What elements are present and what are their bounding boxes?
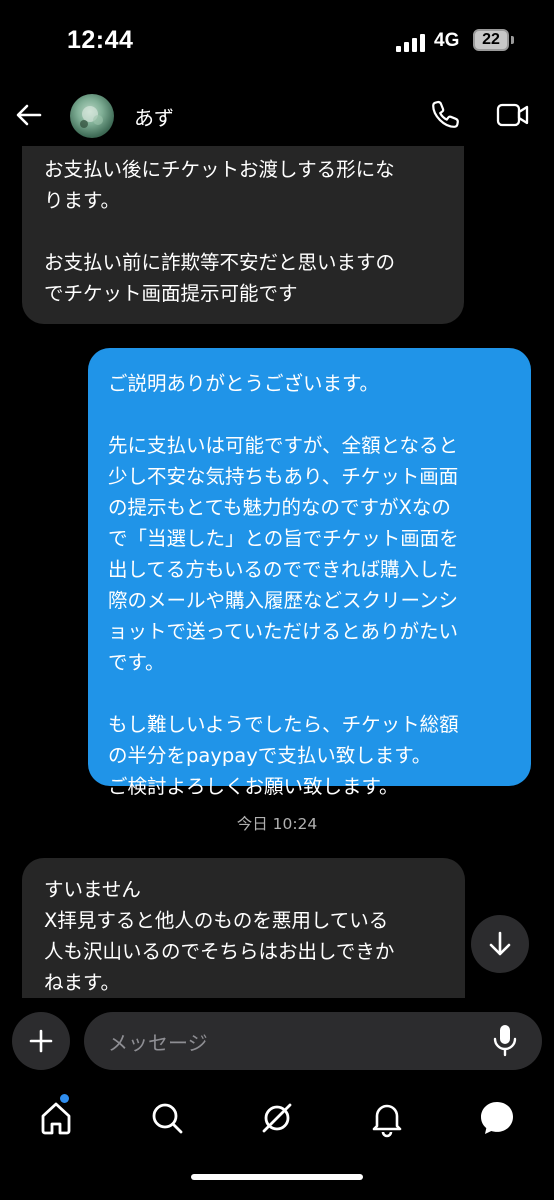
plus-icon xyxy=(29,1029,53,1053)
battery-icon: 22 xyxy=(473,29,509,51)
outgoing-message[interactable]: ご説明ありがとうございます。 先に支払いは可能ですが、全額となると 少し不安な気… xyxy=(88,348,531,798)
phone-icon[interactable] xyxy=(430,98,462,130)
scroll-to-bottom-button[interactable] xyxy=(471,915,529,973)
microphone-icon[interactable] xyxy=(490,1023,520,1057)
network-type: 4G xyxy=(434,30,460,51)
status-time: 12:44 xyxy=(67,26,134,54)
home-icon[interactable] xyxy=(36,1098,76,1138)
chat-header: あず xyxy=(0,88,554,146)
message-timestamp: 今日 10:24 xyxy=(236,815,318,833)
explore-icon[interactable] xyxy=(257,1098,297,1138)
avatar[interactable] xyxy=(70,94,114,138)
contact-name[interactable]: あず xyxy=(134,102,174,131)
incoming-message[interactable]: すいません X拝見すると他人のものを悪用している 人も沢山いるのでそちらはお出し… xyxy=(22,858,465,998)
message-input[interactable]: メッセージ xyxy=(84,1012,542,1070)
status-bar: 12:44 4G 22 xyxy=(0,0,554,88)
add-attachment-button[interactable] xyxy=(12,1012,70,1070)
arrow-down-icon xyxy=(489,931,511,956)
bottom-navigation xyxy=(0,1086,554,1148)
home-indicator xyxy=(191,1174,363,1180)
message-composer: メッセージ xyxy=(0,1010,554,1072)
battery-tip xyxy=(511,36,514,44)
search-icon[interactable] xyxy=(147,1098,187,1138)
video-camera-icon[interactable] xyxy=(496,100,530,130)
notification-dot xyxy=(60,1094,69,1103)
notifications-icon[interactable] xyxy=(367,1098,407,1138)
incoming-message[interactable]: お支払い後にチケットお渡しする形にな ります。 お支払い前に詐欺等不安だと思いま… xyxy=(22,146,464,324)
cellular-signal-icon xyxy=(396,34,426,52)
message-input-placeholder: メッセージ xyxy=(108,1031,208,1055)
messages-icon[interactable] xyxy=(477,1098,517,1138)
message-list[interactable]: お支払い後にチケットお渡しする形にな ります。 お支払い前に詐欺等不安だと思いま… xyxy=(0,146,554,998)
back-arrow-icon[interactable] xyxy=(14,100,44,130)
